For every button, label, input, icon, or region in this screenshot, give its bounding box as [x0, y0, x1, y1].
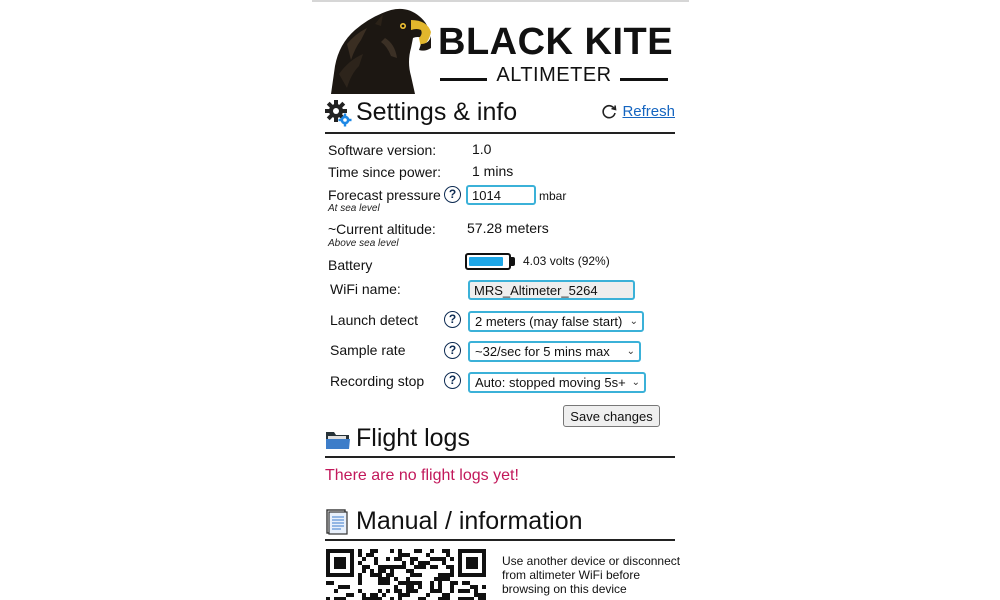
sample-rate-select[interactable]: ~32/sec for 5 mins max ⌄	[468, 341, 641, 362]
folder-icon	[326, 432, 350, 449]
brand-subtitle-block: ALTIMETER	[440, 64, 668, 86]
battery-value: 4.03 volts (92%)	[523, 254, 610, 268]
forecast-pressure-sublabel: At sea level	[328, 203, 380, 214]
brand-header: BLACK KITE ALTIMETER	[325, 4, 675, 94]
launch-detect-select[interactable]: 2 meters (may false start) ⌄	[468, 311, 644, 332]
flight-logs-title: Flight logs	[356, 424, 470, 452]
launch-detect-help-icon[interactable]: ?	[444, 311, 461, 328]
current-altitude-label: ~Current altitude:	[328, 221, 436, 237]
refresh-control[interactable]: Refresh	[601, 103, 675, 120]
manual-note: Use another device or disconnect from al…	[502, 554, 681, 596]
wifi-name-input[interactable]	[468, 280, 635, 300]
chevron-down-icon: ⌄	[631, 377, 640, 388]
software-version-value: 1.0	[472, 141, 492, 157]
recording-stop-selected: Auto: stopped moving 5s+	[475, 375, 626, 390]
manual-title: Manual / information	[356, 507, 583, 535]
brand-subtitle: ALTIMETER	[496, 64, 612, 86]
gear-icon	[325, 100, 352, 127]
battery-level-fill	[469, 257, 503, 266]
current-altitude-value: 57.28 meters	[467, 220, 549, 236]
settings-title: Settings & info	[356, 98, 518, 126]
settings-section-header: Settings & info Refresh	[325, 97, 675, 134]
battery-icon	[465, 253, 511, 270]
manual-section-header: Manual / information	[325, 505, 675, 541]
refresh-link[interactable]: Refresh	[622, 103, 675, 120]
wifi-name-label: WiFi name:	[330, 281, 401, 297]
forecast-pressure-unit: mbar	[539, 189, 567, 203]
sample-rate-help-icon[interactable]: ?	[444, 342, 461, 359]
qr-code-icon	[326, 549, 486, 600]
eagle-head-icon	[331, 8, 431, 94]
current-altitude-sublabel: Above sea level	[328, 238, 399, 249]
top-divider	[312, 0, 689, 2]
launch-detect-selected: 2 meters (may false start)	[475, 314, 623, 329]
recording-stop-help-icon[interactable]: ?	[444, 372, 461, 389]
time-since-power-value: 1 mins	[472, 163, 514, 179]
refresh-icon[interactable]	[601, 103, 618, 120]
chevron-down-icon: ⌄	[629, 316, 638, 327]
launch-detect-label: Launch detect	[330, 312, 418, 328]
brand-title: BLACK KITE	[438, 21, 674, 63]
battery-terminal	[511, 257, 515, 266]
software-version-label: Software version:	[328, 142, 437, 158]
forecast-pressure-help-icon[interactable]: ?	[444, 186, 461, 203]
brand-rule-right	[620, 78, 668, 81]
sample-rate-label: Sample rate	[330, 342, 406, 358]
battery-label: Battery	[328, 257, 373, 273]
recording-stop-select[interactable]: Auto: stopped moving 5s+ ⌄	[468, 372, 646, 393]
flight-logs-section-header: Flight logs	[325, 422, 675, 458]
recording-stop-label: Recording stop	[330, 373, 425, 389]
time-since-power-label: Time since power:	[328, 164, 442, 180]
forecast-pressure-input[interactable]	[466, 185, 536, 205]
forecast-pressure-label: Forecast pressure	[328, 187, 441, 203]
chevron-down-icon: ⌄	[626, 346, 635, 357]
sample-rate-selected: ~32/sec for 5 mins max	[475, 344, 610, 359]
document-icon	[326, 509, 348, 535]
no-flight-logs-message: There are no flight logs yet!	[325, 467, 519, 484]
